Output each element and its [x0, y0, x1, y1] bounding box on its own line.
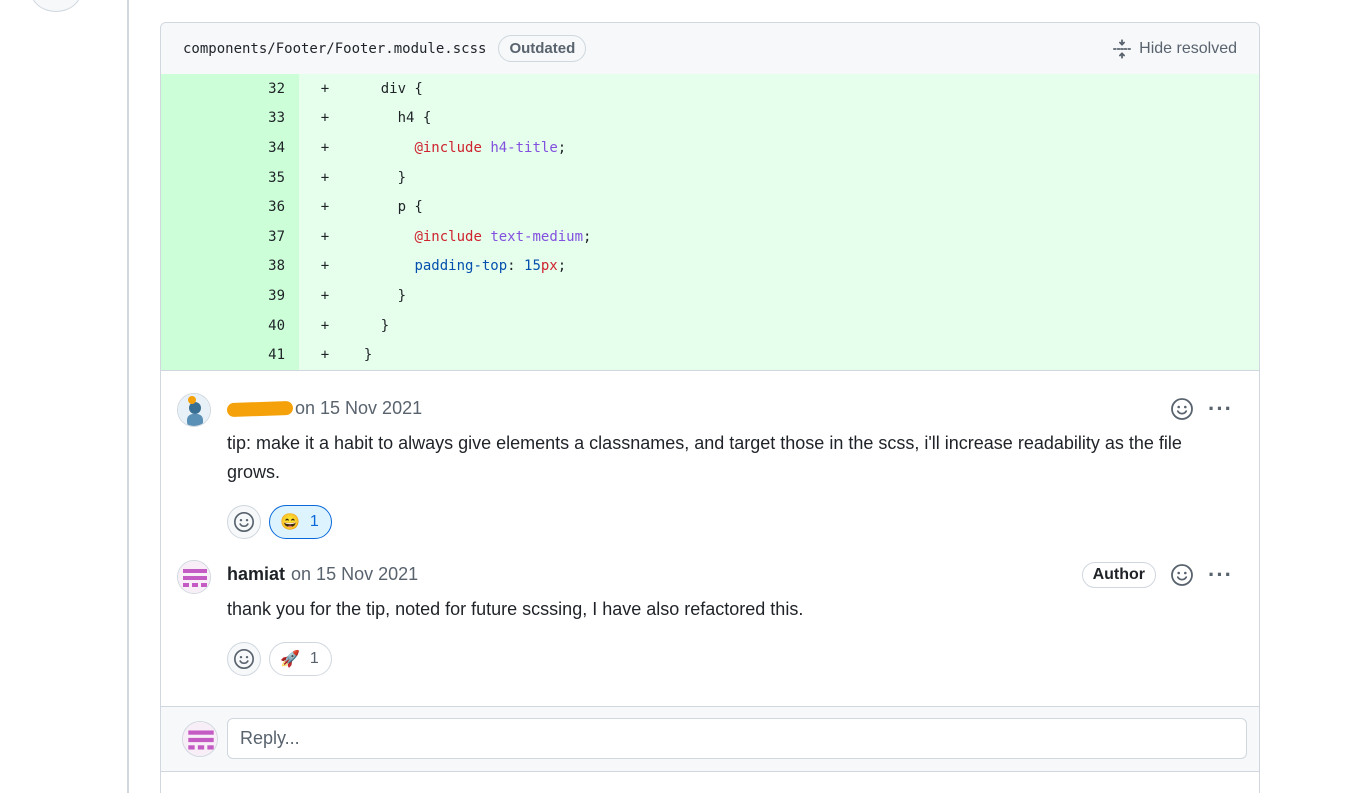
comment-date[interactable]: on 15 Nov 2021 — [295, 398, 422, 419]
code-line-text: @include h4-title; — [414, 139, 567, 156]
code-line-text: h4 { — [347, 110, 432, 127]
page: components/Footer/Footer.module.scss Out… — [0, 0, 1349, 793]
hide-resolved-label: Hide resolved — [1139, 39, 1237, 57]
smiley-icon — [234, 511, 254, 532]
reactions: 😄 1 — [227, 504, 1233, 539]
reaction-count: 1 — [309, 649, 319, 667]
diff-line: 35 + } — [161, 162, 1259, 193]
diff-line: 38 + padding-top: 15px; — [161, 251, 1259, 282]
code-line-text: } — [347, 287, 407, 304]
code-line-text: div { — [347, 80, 423, 97]
file-path-link[interactable]: components/Footer/Footer.module.scss — [183, 41, 486, 57]
smiley-icon[interactable] — [1170, 563, 1194, 587]
reply-bar — [161, 706, 1259, 772]
comment-list: on 15 Nov 2021 ··· tip: make it a habit … — [161, 369, 1259, 676]
smiley-icon — [234, 648, 254, 669]
kebab-horizontal-icon[interactable]: ··· — [1208, 563, 1233, 586]
add-reaction-button[interactable] — [227, 504, 261, 539]
reaction-rocket-button[interactable]: 🚀 1 — [269, 641, 332, 676]
comment-actions: Author ··· — [1081, 561, 1233, 588]
avatar[interactable] — [177, 559, 211, 594]
diff-marker: + — [320, 258, 330, 275]
diff-line: 36 + p { — [161, 192, 1259, 222]
hide-resolved-button[interactable]: Hide resolved — [1112, 38, 1237, 59]
redacted-author — [226, 400, 294, 418]
diff-line: 40 + } — [161, 310, 1259, 341]
comment-date[interactable]: on 15 Nov 2021 — [291, 564, 418, 585]
diff-marker: + — [320, 228, 330, 245]
code-line-text: padding-top: 15px; — [414, 258, 567, 275]
line-number[interactable]: 32 — [161, 74, 299, 104]
avatar — [182, 721, 218, 757]
laugh-emoji-icon: 😄 — [280, 513, 300, 531]
author-badge: Author — [1081, 561, 1157, 588]
code-line-text: } — [347, 169, 407, 186]
diff-marker: + — [320, 80, 330, 97]
diff-line: 33 + h4 { — [161, 103, 1259, 134]
diff-code: 32 + div { 33 + h4 { 34 + @include h4-ti… — [161, 74, 1259, 370]
timeline-line — [127, 0, 129, 793]
diff-marker: + — [320, 169, 330, 186]
line-number[interactable]: 40 — [161, 310, 299, 341]
diff-marker: + — [320, 110, 330, 127]
diff-line: 32 + div { — [161, 74, 1259, 104]
avatar[interactable] — [30, 0, 82, 12]
diff-marker: + — [320, 199, 330, 216]
line-number[interactable]: 35 — [161, 162, 299, 193]
diff-line: 34 + @include h4-title; — [161, 133, 1259, 163]
reaction-laugh-button[interactable]: 😄 1 — [269, 504, 332, 539]
reply-input[interactable] — [227, 718, 1247, 759]
line-number[interactable]: 41 — [161, 340, 299, 370]
review-thread: components/Footer/Footer.module.scss Out… — [160, 22, 1260, 793]
code-line-text: p { — [347, 199, 423, 216]
add-reaction-button[interactable] — [227, 641, 261, 676]
diff-marker: + — [320, 287, 330, 304]
comment-body: tip: make it a habit to always give elem… — [227, 432, 1182, 482]
comment-body: thank you for the tip, noted for future … — [227, 598, 804, 619]
comment-header: hamiat on 15 Nov 2021 Author ··· — [227, 557, 1233, 593]
code-line-text: } — [347, 347, 373, 364]
code-line-text: @include text-medium; — [414, 228, 592, 245]
diff-line: 41 + } — [161, 340, 1259, 370]
diff-line: 39 + } — [161, 281, 1259, 311]
code-line-text: } — [347, 317, 390, 334]
line-number[interactable]: 34 — [161, 133, 299, 163]
diff-marker: + — [320, 139, 330, 156]
review-comment: on 15 Nov 2021 ··· tip: make it a habit … — [161, 371, 1259, 539]
fold-icon — [1113, 38, 1132, 59]
line-number[interactable]: 39 — [161, 281, 299, 311]
diff-line: 37 + @include text-medium; — [161, 221, 1259, 252]
file-header: components/Footer/Footer.module.scss Out… — [161, 23, 1259, 74]
smiley-icon[interactable] — [1170, 397, 1194, 421]
comment-header: on 15 Nov 2021 ··· — [226, 391, 1233, 427]
diff-marker: + — [320, 317, 330, 334]
review-comment: hamiat on 15 Nov 2021 Author ··· thank y… — [161, 539, 1259, 676]
reactions: 🚀 1 — [227, 641, 1233, 676]
comment-actions: ··· — [1170, 397, 1233, 421]
kebab-horizontal-icon[interactable]: ··· — [1208, 397, 1233, 420]
line-number[interactable]: 33 — [161, 103, 299, 134]
comment-author-link[interactable]: hamiat — [227, 564, 285, 585]
line-number[interactable]: 37 — [161, 221, 299, 252]
line-number[interactable]: 38 — [161, 251, 299, 282]
rocket-emoji-icon: 🚀 — [280, 650, 300, 668]
outdated-badge: Outdated — [498, 35, 587, 62]
diff-marker: + — [320, 347, 330, 364]
line-number[interactable]: 36 — [161, 192, 299, 222]
reaction-count: 1 — [309, 512, 319, 530]
avatar[interactable] — [177, 392, 211, 427]
